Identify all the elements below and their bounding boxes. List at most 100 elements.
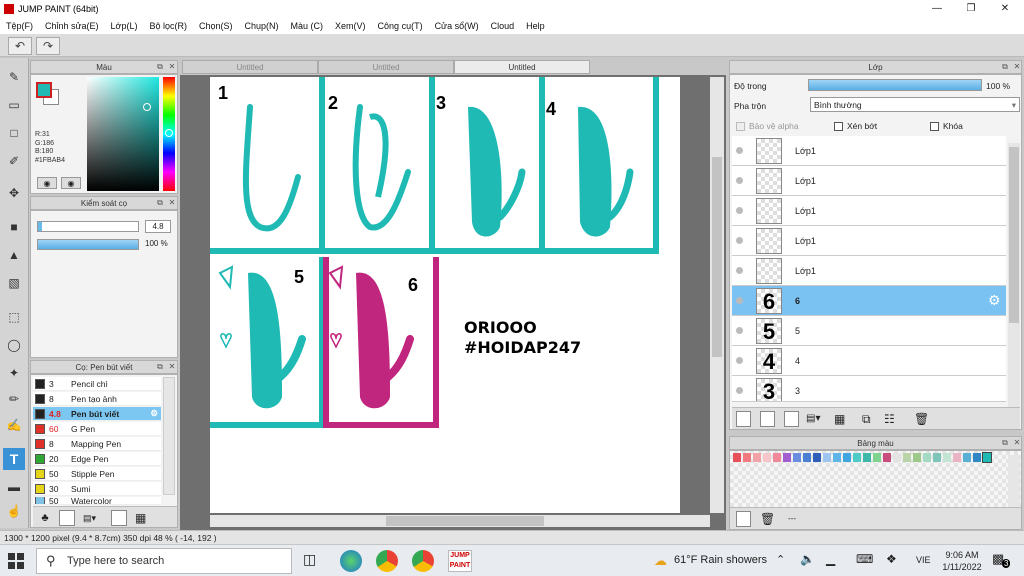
float-icon[interactable]: ⧉: [155, 198, 165, 208]
close-icon[interactable]: ✕: [167, 198, 177, 208]
folder-icon[interactable]: ▦: [834, 411, 850, 427]
visibility-icon[interactable]: [736, 237, 743, 244]
brush-item[interactable]: 8 Mapping Pen: [33, 437, 161, 451]
fill-rect-icon[interactable]: ■: [3, 216, 25, 238]
taskbar-search-input[interactable]: ⚲ Type here to search: [36, 548, 292, 574]
menu-filter[interactable]: Bộ lọc(R): [143, 21, 193, 31]
layer-opacity-slider[interactable]: [808, 79, 982, 91]
layer-row-selected[interactable]: 6 6 ⚙: [732, 286, 1006, 316]
settings-gear-icon[interactable]: ⚙: [988, 292, 1001, 309]
brush-item[interactable]: 8 Pen tạo ảnh: [33, 392, 161, 406]
visibility-icon[interactable]: [736, 147, 743, 154]
palette-swatch[interactable]: [883, 453, 891, 462]
pen-tool-icon[interactable]: ✐: [3, 150, 25, 172]
float-icon[interactable]: ⧉: [1000, 62, 1010, 72]
palette-swatch[interactable]: [823, 453, 831, 462]
magic-wand-icon[interactable]: ✦: [3, 362, 25, 384]
brush-tool-icon[interactable]: ✎: [3, 66, 25, 88]
ime-icon[interactable]: ❖: [886, 552, 897, 566]
redo-button[interactable]: ↷: [36, 37, 60, 55]
menu-layer[interactable]: Lớp(L): [105, 21, 144, 31]
palette-swatch[interactable]: [773, 453, 781, 462]
tab-untitled-1[interactable]: Untitled: [182, 60, 318, 74]
select-eraser-icon[interactable]: ✍: [3, 414, 25, 436]
gradient-tool-icon[interactable]: ▧: [3, 272, 25, 294]
brush-size-slider[interactable]: [37, 221, 139, 232]
new-color-icon[interactable]: [736, 511, 751, 527]
protect-alpha-checkbox[interactable]: Bảo vệ alpha: [736, 121, 799, 131]
new-layer-icon[interactable]: [736, 411, 751, 427]
palette-swatch[interactable]: [843, 453, 851, 462]
add-layer-menu-icon[interactable]: ▤▾: [806, 411, 828, 427]
palette-swatch[interactable]: [863, 453, 871, 462]
chrome-icon[interactable]: [376, 550, 398, 572]
brush-item[interactable]: 30 Sumi: [33, 482, 161, 496]
tree-icon[interactable]: ♣: [37, 510, 53, 526]
volume-icon[interactable]: 🔈: [800, 552, 815, 566]
menu-cloud[interactable]: Cloud: [485, 21, 521, 31]
close-icon[interactable]: ✕: [167, 62, 177, 72]
weather-text[interactable]: 61°F Rain showers: [674, 554, 767, 566]
select-rect-icon[interactable]: ⬚: [3, 306, 25, 328]
windows-start-icon[interactable]: [8, 553, 24, 569]
menu-edit[interactable]: Chỉnh sửa(E): [39, 21, 105, 31]
color-history-button[interactable]: ◉: [61, 177, 81, 189]
chevron-up-icon[interactable]: ⌃: [776, 553, 785, 566]
brush-item[interactable]: 50 Stipple Pen: [33, 467, 161, 481]
float-icon[interactable]: ⧉: [155, 362, 165, 372]
menu-capture[interactable]: Chụp(N): [239, 21, 285, 31]
layer-row[interactable]: Lớp1: [732, 196, 1006, 226]
brush-menu-icon[interactable]: ▤▾: [83, 510, 103, 526]
new-halftone-layer-icon[interactable]: [760, 411, 775, 427]
visibility-icon[interactable]: [736, 267, 743, 274]
brush-item[interactable]: 60 G Pen: [33, 422, 161, 436]
brush-opacity-slider[interactable]: [37, 239, 139, 250]
jump-paint-taskbar-icon[interactable]: JUMP PAINT: [448, 550, 472, 572]
select-pen-icon[interactable]: ✏: [3, 388, 25, 410]
new-8bit-layer-icon[interactable]: [784, 411, 799, 427]
close-icon[interactable]: ✕: [167, 362, 177, 372]
divider-tool-icon[interactable]: ▬: [3, 476, 25, 498]
palette-swatch[interactable]: [783, 453, 791, 462]
menu-select[interactable]: Chọn(S): [193, 21, 239, 31]
language-indicator[interactable]: VIE: [916, 555, 931, 565]
layer-row[interactable]: 33: [732, 376, 1006, 402]
horizontal-scrollbar[interactable]: [210, 515, 710, 527]
hand-tool-icon[interactable]: ☝: [3, 500, 25, 522]
undo-button[interactable]: ↶: [8, 37, 32, 55]
notification-icon[interactable]: ▩ 3: [992, 551, 1011, 568]
palette-swatch[interactable]: [933, 453, 941, 462]
lock-checkbox[interactable]: Khóa: [930, 121, 963, 131]
float-icon[interactable]: ⧉: [155, 62, 165, 72]
lasso-tool-icon[interactable]: ◯: [3, 334, 25, 356]
duplicate-layer-icon[interactable]: ⧉: [862, 411, 878, 427]
clock[interactable]: 9:06 AM 1/11/2022: [940, 549, 984, 573]
layer-scroll-thumb[interactable]: [1009, 147, 1019, 323]
delete-color-icon[interactable]: 🗑: [760, 511, 776, 527]
foreground-color-swatch[interactable]: [36, 82, 52, 98]
palette-swatch[interactable]: [903, 453, 911, 462]
layer-list-scrollbar[interactable]: [1008, 143, 1020, 407]
text-tool-icon[interactable]: T: [3, 448, 25, 470]
new-brush-icon[interactable]: [59, 510, 75, 526]
palette-swatch[interactable]: [953, 453, 961, 462]
palette-scrollbar[interactable]: [1008, 455, 1020, 507]
maximize-button[interactable]: ❐: [954, 0, 988, 17]
layer-row[interactable]: Lớp1: [732, 166, 1006, 196]
layer-row[interactable]: 55: [732, 316, 1006, 346]
vertical-scrollbar[interactable]: [710, 77, 724, 513]
bucket-tool-icon[interactable]: ▲: [3, 244, 25, 266]
chrome-profile-icon[interactable]: [412, 550, 434, 572]
palette-swatch[interactable]: [943, 453, 951, 462]
palette-swatch[interactable]: [793, 453, 801, 462]
palette-swatch[interactable]: [813, 453, 821, 462]
merge-layer-icon[interactable]: ☷: [884, 411, 900, 427]
palette-swatch[interactable]: [753, 453, 761, 462]
eraser-tool-icon[interactable]: ▭: [3, 94, 25, 116]
keyboard-icon[interactable]: ⌨: [856, 552, 873, 566]
visibility-icon[interactable]: [736, 297, 743, 304]
saturation-value-picker[interactable]: [87, 77, 159, 191]
layer-row[interactable]: 44: [732, 346, 1006, 376]
layer-row[interactable]: Lớp1: [732, 256, 1006, 286]
menu-window[interactable]: Cửa sổ(W): [429, 21, 485, 31]
